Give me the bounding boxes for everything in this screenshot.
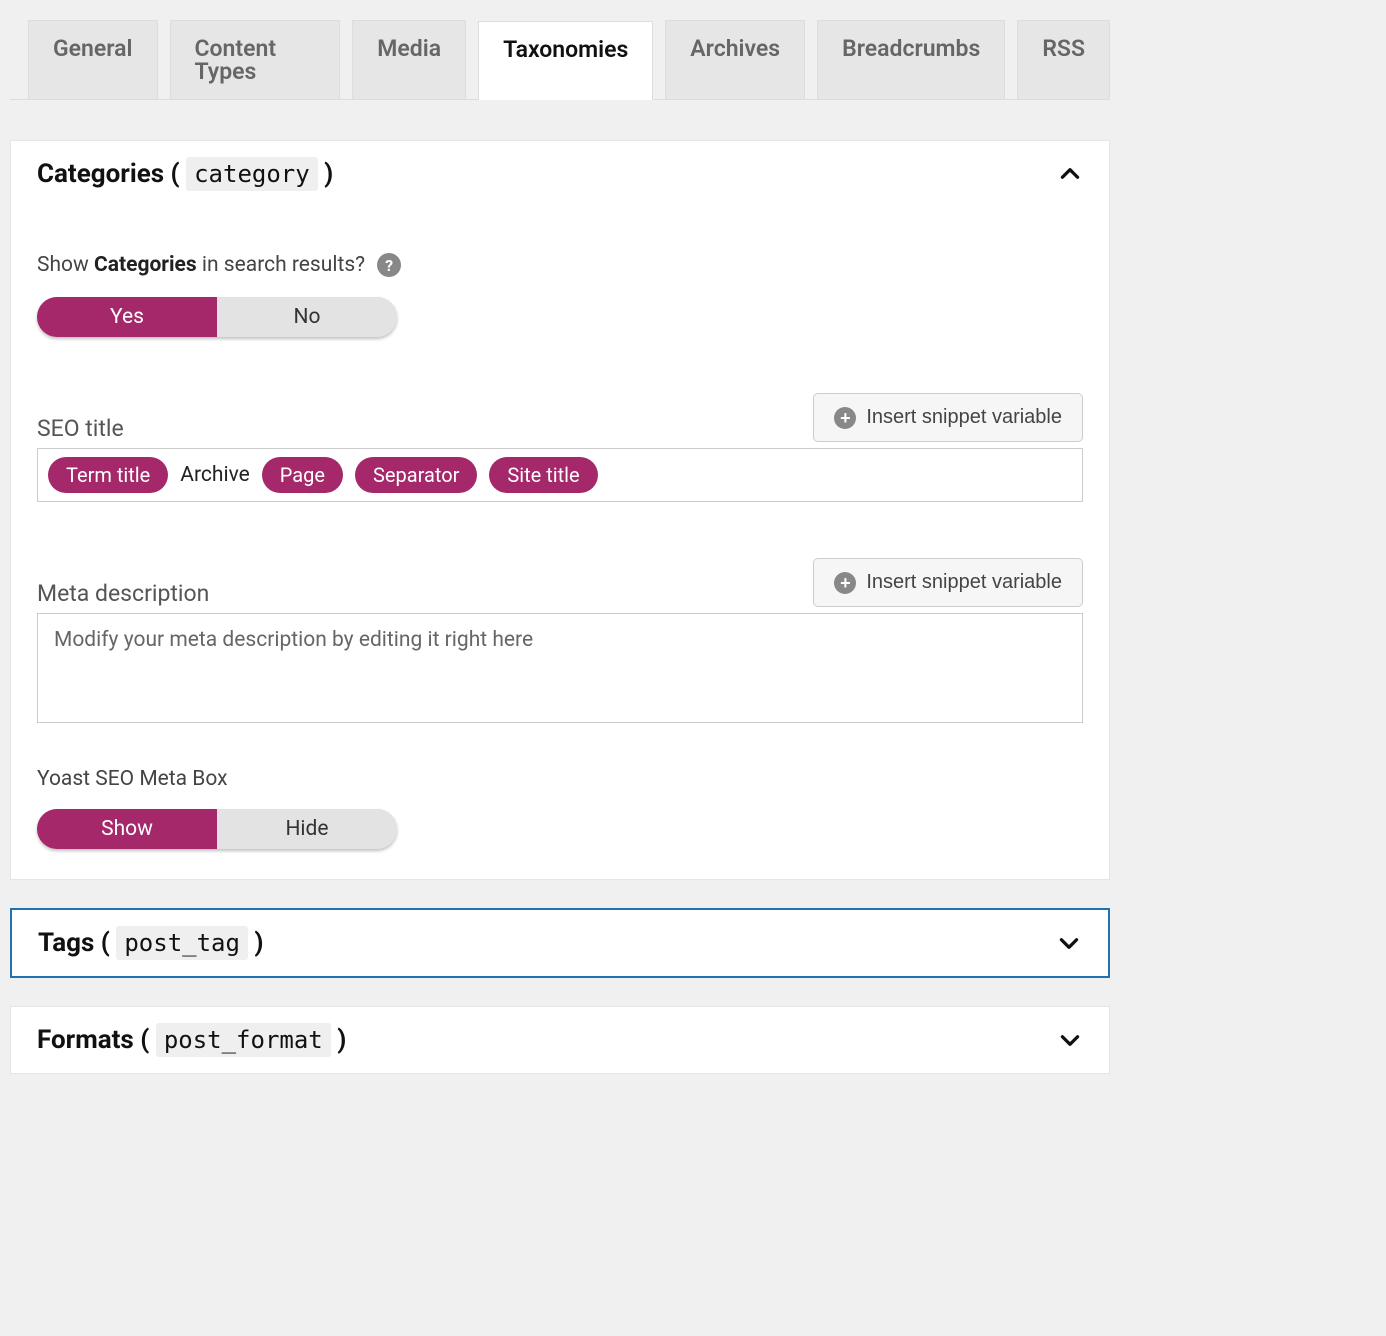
plus-circle-icon: + — [834, 572, 856, 594]
panel-formats: Formats ( post_format ) — [10, 1006, 1110, 1074]
field-show-in-search: Show Categories in search results? ? Yes… — [37, 253, 1083, 337]
field-meta-desc-header: Meta description + Insert snippet variab… — [37, 558, 1083, 607]
chevron-down-icon — [1056, 930, 1082, 956]
meta-box-label: Yoast SEO Meta Box — [37, 767, 1083, 791]
tab-archives[interactable]: Archives — [665, 20, 805, 99]
panel-tags: Tags ( post_tag ) — [10, 908, 1110, 978]
tab-general[interactable]: General — [28, 20, 158, 99]
panel-title-suffix: ) — [318, 159, 334, 189]
toggle-show-in-search: Yes No — [37, 297, 397, 337]
panel-categories: Categories ( category ) Show Categories … — [10, 140, 1110, 880]
token-archive[interactable]: Archive — [180, 463, 249, 487]
toggle-no[interactable]: No — [217, 297, 397, 337]
panel-title-suffix: ) — [248, 928, 264, 958]
meta-desc-label: Meta description — [37, 580, 209, 607]
q-post: in search results? — [197, 253, 365, 277]
tab-media[interactable]: Media — [352, 20, 466, 99]
tab-taxonomies[interactable]: Taxonomies — [478, 21, 653, 100]
tab-breadcrumbs[interactable]: Breadcrumbs — [817, 20, 1005, 99]
chevron-up-icon — [1057, 161, 1083, 187]
token-term-title[interactable]: Term title — [48, 457, 168, 493]
token-page[interactable]: Page — [262, 457, 343, 493]
insert-snippet-variable-seo-title[interactable]: + Insert snippet variable — [813, 393, 1083, 442]
token-separator[interactable]: Separator — [355, 457, 477, 493]
tab-rss[interactable]: RSS — [1017, 20, 1110, 99]
panel-title-suffix: ) — [331, 1025, 347, 1055]
tab-content-types[interactable]: Content Types — [170, 20, 341, 99]
toggle-yes[interactable]: Yes — [37, 297, 217, 337]
toggle-meta-box: Show Hide — [37, 809, 397, 849]
panel-formats-header[interactable]: Formats ( post_format ) — [11, 1007, 1109, 1073]
panel-categories-title: Categories ( category ) — [37, 159, 333, 189]
settings-tabs: General Content Types Media Taxonomies A… — [10, 20, 1110, 100]
panel-title-slug: category — [186, 157, 318, 191]
plus-circle-icon: + — [834, 407, 856, 429]
panel-title-slug: post_tag — [116, 926, 248, 960]
insert-snippet-variable-meta-desc[interactable]: + Insert snippet variable — [813, 558, 1083, 607]
panel-categories-header[interactable]: Categories ( category ) — [11, 141, 1109, 207]
toggle-show[interactable]: Show — [37, 809, 217, 849]
insert-variable-label: Insert snippet variable — [866, 406, 1062, 429]
seo-title-input[interactable]: Term title Archive Page Separator Site t… — [37, 448, 1083, 502]
chevron-down-icon — [1057, 1027, 1083, 1053]
seo-title-label: SEO title — [37, 415, 124, 442]
meta-description-input[interactable] — [37, 613, 1083, 723]
show-in-search-label: Show Categories in search results? ? — [37, 253, 1083, 277]
panel-title-slug: post_format — [156, 1023, 331, 1057]
panel-formats-title: Formats ( post_format ) — [37, 1025, 346, 1055]
panel-title-prefix: Categories ( — [37, 159, 186, 189]
panel-tags-title: Tags ( post_tag ) — [38, 928, 264, 958]
help-icon[interactable]: ? — [377, 253, 401, 277]
field-seo-title-header: SEO title + Insert snippet variable — [37, 393, 1083, 442]
panel-tags-header[interactable]: Tags ( post_tag ) — [12, 910, 1108, 976]
panel-categories-body: Show Categories in search results? ? Yes… — [11, 207, 1109, 879]
panel-title-prefix: Tags ( — [38, 928, 116, 958]
token-site-title[interactable]: Site title — [489, 457, 597, 493]
panel-title-prefix: Formats ( — [37, 1025, 156, 1055]
q-bold: Categories — [94, 253, 197, 277]
toggle-hide[interactable]: Hide — [217, 809, 397, 849]
q-pre: Show — [37, 253, 94, 277]
insert-variable-label: Insert snippet variable — [866, 571, 1062, 594]
